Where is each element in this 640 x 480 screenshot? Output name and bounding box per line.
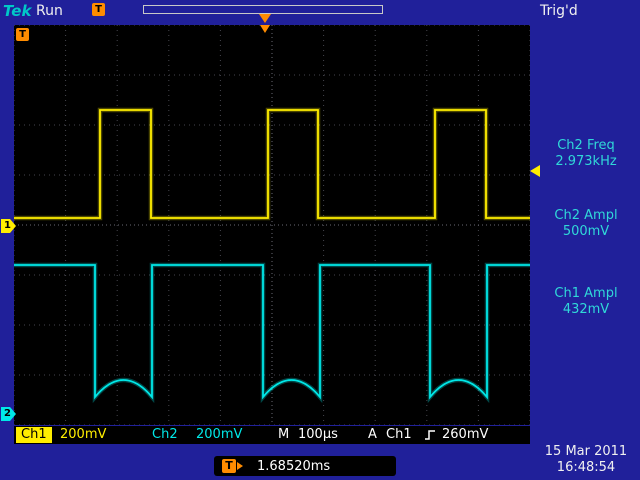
measurement-label: Ch2 Freq bbox=[532, 138, 640, 154]
trigger-position-icon: T bbox=[92, 3, 105, 16]
trigger-time-readout: T 1.68520ms bbox=[214, 456, 396, 476]
trigger-position-graticule-arrow-icon bbox=[260, 25, 270, 33]
acquisition-status: Run bbox=[36, 3, 63, 19]
rising-edge-icon bbox=[424, 429, 436, 447]
timebase-label: M bbox=[278, 426, 289, 444]
ch2-label: Ch2 bbox=[152, 426, 178, 444]
trigger-source: Ch1 bbox=[386, 426, 412, 444]
ch1-label-badge: Ch1 bbox=[16, 427, 52, 443]
measurement-ch1-ampl: Ch1 Ampl 432mV bbox=[532, 286, 640, 318]
trigger-status: Trig'd bbox=[540, 3, 578, 19]
tek-logo: Tek bbox=[3, 2, 31, 20]
trigger-time-value: 1.68520ms bbox=[257, 459, 330, 474]
record-view-bar bbox=[143, 5, 383, 14]
measurement-value: 2.973kHz bbox=[532, 154, 640, 170]
waveform-display bbox=[14, 25, 530, 425]
datetime-readout: 15 Mar 2011 16:48:54 bbox=[534, 444, 638, 476]
trigger-t-icon: T bbox=[222, 459, 236, 473]
status-bar: Ch1 200mV Ch2 200mV M 100µs A Ch1 260mV bbox=[14, 426, 530, 444]
trigger-level-value: 260mV bbox=[442, 426, 488, 444]
ch2-volts-per-div: 200mV bbox=[196, 426, 242, 444]
ch1-volts-per-div: 200mV bbox=[60, 426, 106, 444]
trigger-mode-label: A bbox=[368, 426, 377, 444]
measurement-ch2-freq: Ch2 Freq 2.973kHz bbox=[532, 138, 640, 170]
measurement-value: 432mV bbox=[532, 302, 640, 318]
measurement-ch2-ampl: Ch2 Ampl 500mV bbox=[532, 208, 640, 240]
graticule-screen bbox=[14, 25, 530, 425]
measurement-label: Ch1 Ampl bbox=[532, 286, 640, 302]
date-value: 15 Mar 2011 bbox=[534, 444, 638, 460]
graticule-grid bbox=[14, 25, 530, 425]
time-value: 16:48:54 bbox=[534, 460, 638, 476]
trigger-t-arrow-icon bbox=[237, 462, 243, 470]
measurement-value: 500mV bbox=[532, 224, 640, 240]
timebase-value: 100µs bbox=[298, 426, 338, 444]
trigger-position-arrow-icon bbox=[259, 14, 271, 23]
trigger-t-marker: T bbox=[16, 28, 29, 41]
measurement-label: Ch2 Ampl bbox=[532, 208, 640, 224]
